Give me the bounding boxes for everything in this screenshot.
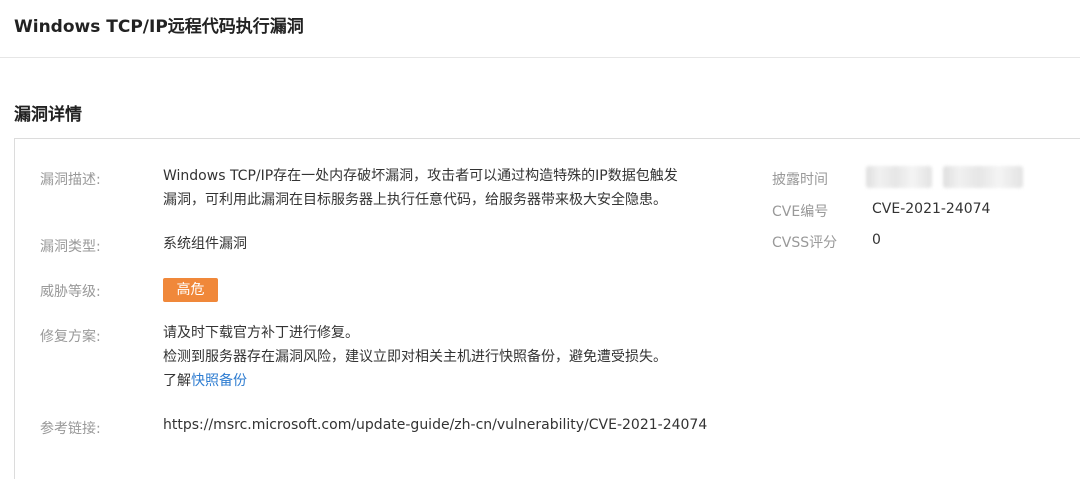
page-title: Windows TCP/IP远程代码执行漏洞 xyxy=(14,17,304,37)
fix-value: 请及时下载官方补丁进行修复。 检测到服务器存在漏洞风险，建议立即对相关主机进行快… xyxy=(163,321,667,393)
threat-label: 威胁等级: xyxy=(40,284,101,300)
redacted-disclosure-date xyxy=(866,166,932,188)
disclosure-time-label: 披露时间 xyxy=(772,172,828,188)
learn-prefix: 了解 xyxy=(163,373,191,389)
cvss-label: CVSS评分 xyxy=(772,235,838,251)
reference-label: 参考链接: xyxy=(40,421,101,437)
description-label: 漏洞描述: xyxy=(40,172,101,188)
description-value: Windows TCP/IP存在一处内存破坏漏洞，攻击者可以通过构造特殊的IP数… xyxy=(163,164,678,212)
cvss-value: 0 xyxy=(872,232,881,248)
fix-learn-line: 了解快照备份 xyxy=(163,369,667,393)
description-line: 漏洞，可利用此漏洞在目标服务器上执行任意代码，给服务器带来极大安全隐患。 xyxy=(163,192,667,208)
fix-line: 请及时下载官方补丁进行修复。 xyxy=(163,325,359,341)
header-divider xyxy=(0,57,1080,58)
description-line: Windows TCP/IP存在一处内存破坏漏洞，攻击者可以通过构造特殊的IP数… xyxy=(163,168,678,184)
cve-value: CVE-2021-24074 xyxy=(872,201,991,217)
cve-label: CVE编号 xyxy=(772,204,829,220)
fix-line: 检测到服务器存在漏洞风险，建议立即对相关主机进行快照备份，避免遭受损失。 xyxy=(163,349,667,365)
snapshot-backup-link[interactable]: 快照备份 xyxy=(191,373,247,389)
redacted-disclosure-time xyxy=(943,166,1023,188)
fix-label: 修复方案: xyxy=(40,329,101,345)
type-label: 漏洞类型: xyxy=(40,239,101,255)
type-value: 系统组件漏洞 xyxy=(163,236,247,252)
threat-level-badge: 高危 xyxy=(163,278,218,302)
vulnerability-detail-page: Windows TCP/IP远程代码执行漏洞 漏洞详情 漏洞描述: Window… xyxy=(0,0,1080,479)
section-title: 漏洞详情 xyxy=(14,105,82,125)
reference-link[interactable]: https://msrc.microsoft.com/update-guide/… xyxy=(163,413,707,437)
